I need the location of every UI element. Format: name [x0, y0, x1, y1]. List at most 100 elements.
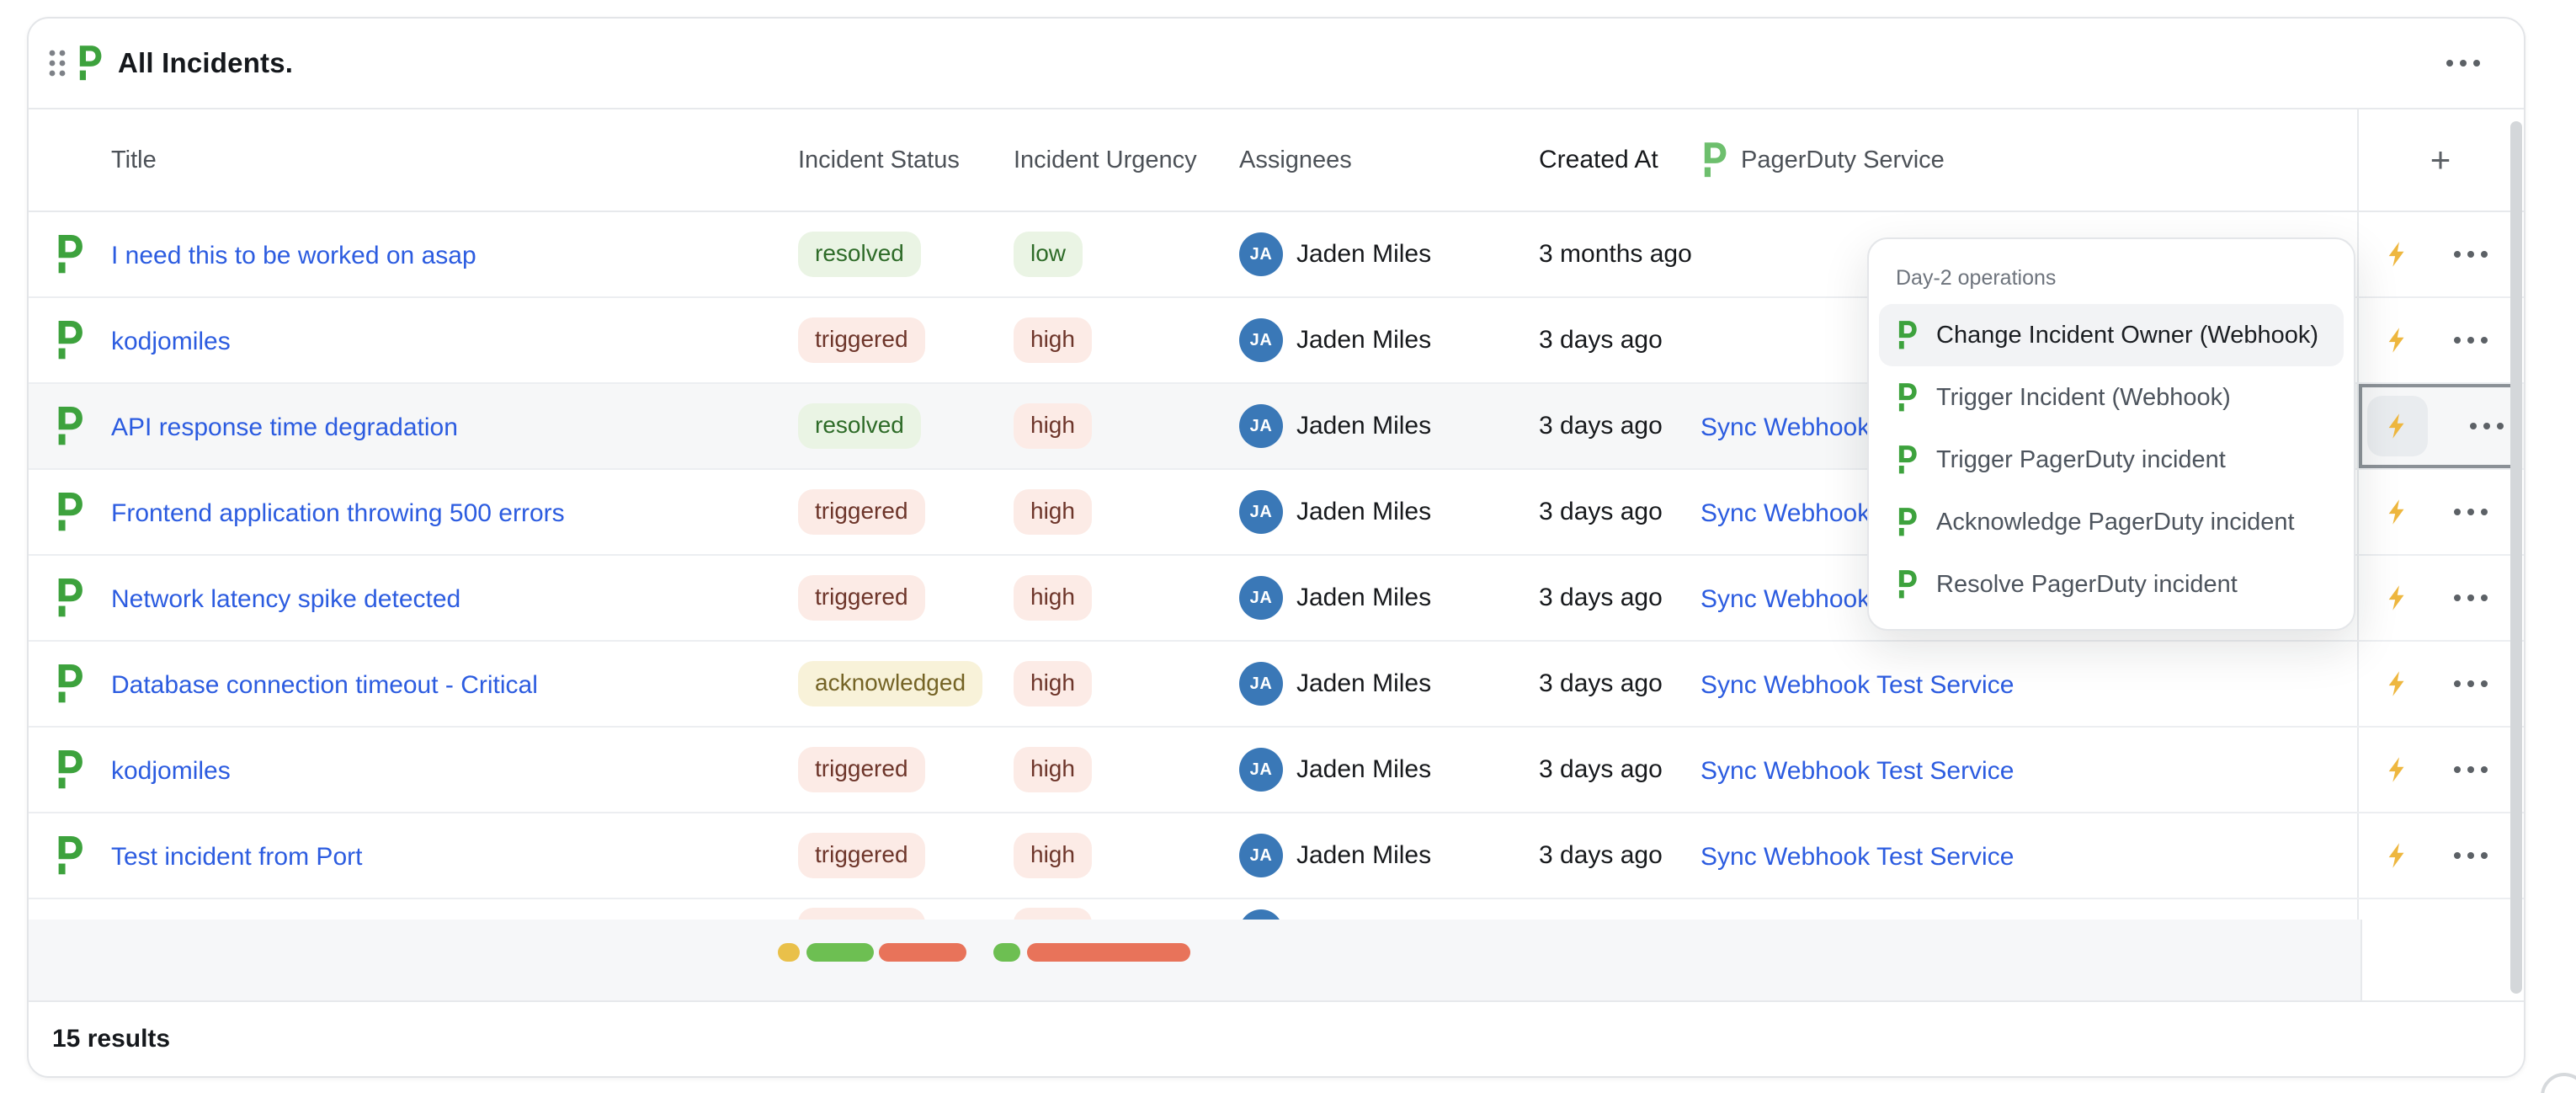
urgency-badge: high [1014, 575, 1092, 621]
created-at: 3 days ago [1539, 584, 1700, 612]
status-pill-resolved [806, 943, 874, 962]
row-menu-button[interactable] [2444, 756, 2498, 783]
menu-item-trigger-pagerduty-incident[interactable]: Trigger PagerDuty incident [1879, 429, 2344, 491]
run-action-button[interactable] [2383, 584, 2412, 612]
status-badge: triggered [798, 489, 925, 535]
table-row: Test incident from Port triggered high J… [29, 813, 2524, 899]
pagerduty-icon [76, 45, 103, 81]
urgency-badge: high [1014, 661, 1092, 706]
avatar: JA [1239, 490, 1283, 534]
menu-header: Day-2 operations [1879, 249, 2344, 304]
service-link[interactable]: Sync Webhook Test Service [1700, 757, 2014, 785]
pagerduty-icon [1700, 142, 1727, 178]
incident-title-link[interactable]: API response time degradation [111, 413, 458, 441]
status-badge: resolved [798, 403, 921, 449]
pagerduty-icon [29, 321, 111, 360]
column-header-assignees: Assignees [1239, 147, 1539, 174]
menu-item-acknowledge-pagerduty-incident[interactable]: Acknowledge PagerDuty incident [1879, 491, 2344, 553]
service-link[interactable]: Sync Webhook Test Service [1700, 843, 2014, 871]
row-menu-button[interactable] [2444, 241, 2498, 268]
status-badge: triggered [798, 833, 925, 878]
table-header-row: Title Incident Status Incident Urgency A… [29, 109, 2524, 212]
incident-title-link[interactable]: Test incident from Port [111, 843, 362, 871]
incident-title-link[interactable]: kodjomiles [111, 757, 231, 785]
status-badge: triggered [798, 747, 925, 792]
created-at: 3 days ago [1539, 498, 1700, 526]
row-menu-button[interactable] [2460, 413, 2514, 440]
assignee-name: Jaden Miles [1296, 669, 1431, 698]
menu-item-trigger-incident[interactable]: Trigger Incident (Webhook) [1879, 366, 2344, 429]
row-menu-button[interactable] [2444, 670, 2498, 697]
results-count: 15 results [29, 1002, 2524, 1076]
incident-title-link[interactable]: Database connection timeout - Critical [111, 671, 538, 699]
run-action-button[interactable] [2383, 755, 2412, 784]
vertical-scrollbar[interactable] [2510, 121, 2522, 994]
avatar: JA [1239, 576, 1283, 620]
column-header-service: PagerDuty Service [1700, 142, 2357, 178]
widget-title-bar: All Incidents. [29, 19, 2524, 109]
table-row: kodjomiles triggered high JAJaden Miles … [29, 728, 2524, 813]
menu-item-change-incident-owner[interactable]: Change Incident Owner (Webhook) [1879, 304, 2344, 366]
table-row: Database connection timeout - Critical a… [29, 642, 2524, 728]
column-header-urgency: Incident Urgency [1014, 147, 1239, 174]
run-action-button[interactable] [2383, 669, 2412, 698]
floating-help-button[interactable] [2541, 1073, 2576, 1093]
widget-title: All Incidents. [118, 47, 293, 79]
created-at: 3 days ago [1539, 755, 1700, 784]
pagerduty-icon [1896, 445, 1918, 474]
assignee-name: Jaden Miles [1296, 498, 1431, 526]
avatar: JA [1239, 404, 1283, 448]
pagerduty-icon [1896, 321, 1918, 349]
pagerduty-icon [29, 750, 111, 789]
service-link[interactable]: Sync Webhook Test Service [1700, 671, 2014, 699]
created-at: 3 days ago [1539, 841, 1700, 870]
avatar: JA [1239, 909, 1283, 920]
created-at: 3 days ago [1539, 669, 1700, 698]
created-at: 3 months ago [1539, 240, 1700, 269]
assignee-name: Jaden Miles [1296, 584, 1431, 612]
incident-title-link[interactable]: I need this to be worked on asap [111, 242, 476, 269]
status-badge: triggered [798, 908, 925, 920]
status-pill-acknowledged [778, 943, 800, 962]
row-menu-button[interactable] [2444, 842, 2498, 869]
incident-title-link[interactable]: kodjomiles [111, 328, 231, 355]
column-header-title: Title [111, 147, 798, 174]
row-menu-button[interactable] [2444, 327, 2498, 354]
status-pill-triggered [879, 943, 966, 962]
pagerduty-icon [1896, 570, 1918, 599]
column-header-created: Created At [1539, 146, 1700, 174]
run-action-button[interactable] [2367, 396, 2428, 456]
row-menu-button[interactable] [2444, 499, 2498, 525]
add-column-button[interactable]: + [2430, 142, 2451, 178]
widget-menu-button[interactable] [2436, 50, 2490, 77]
row-menu-button[interactable] [2444, 584, 2498, 611]
pagerduty-icon [1896, 508, 1918, 536]
pagerduty-icon [29, 235, 111, 274]
urgency-badge: high [1014, 747, 1092, 792]
summary-strip [29, 920, 2524, 1002]
pagerduty-icon [29, 664, 111, 703]
assignee-name: Jaden Miles [1296, 326, 1431, 355]
run-action-button[interactable] [2383, 240, 2412, 269]
assignee-name: Jaden Miles [1296, 240, 1431, 269]
status-badge: triggered [798, 575, 925, 621]
assignee-name: Jaden Miles [1296, 412, 1431, 440]
actions-cell-focused [2357, 384, 2522, 468]
avatar: JA [1239, 232, 1283, 276]
incident-title-link[interactable]: Network latency spike detected [111, 585, 460, 613]
avatar: JA [1239, 662, 1283, 706]
pagerduty-icon [29, 836, 111, 875]
assignee-name: Jaden Miles [1296, 755, 1431, 784]
avatar: JA [1239, 748, 1283, 792]
column-header-status: Incident Status [798, 147, 1014, 174]
urgency-badge: high [1014, 489, 1092, 535]
urgency-badge: high [1014, 833, 1092, 878]
pagerduty-icon [1896, 383, 1918, 412]
urgency-badge: high [1014, 403, 1092, 449]
run-action-button[interactable] [2383, 841, 2412, 870]
drag-handle-icon[interactable] [49, 50, 66, 77]
run-action-button[interactable] [2383, 326, 2412, 355]
menu-item-resolve-pagerduty-incident[interactable]: Resolve PagerDuty incident [1879, 553, 2344, 616]
incident-title-link[interactable]: Frontend application throwing 500 errors [111, 499, 565, 527]
run-action-button[interactable] [2383, 498, 2412, 526]
